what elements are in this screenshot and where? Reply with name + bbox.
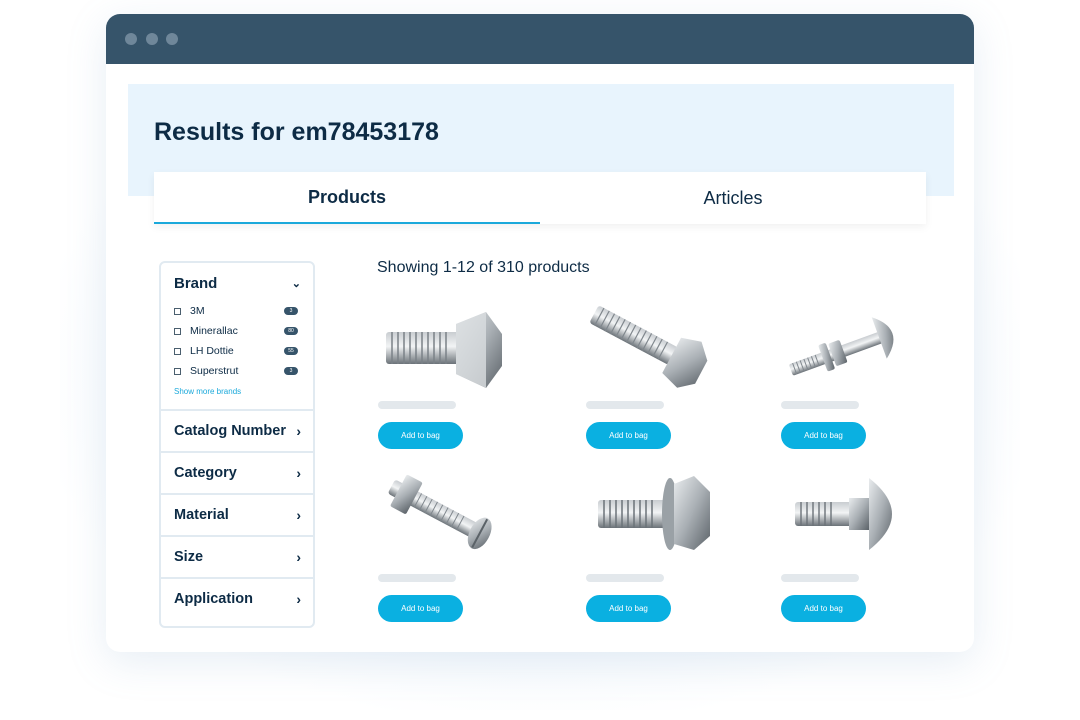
filter-sidebar: Brand ⌄ 3M 3 Minerallac 80 LH Dottie 55 Sup… <box>159 261 315 628</box>
facet-label: Material <box>174 507 229 523</box>
results-prefix: Results for <box>154 118 285 146</box>
window-titlebar <box>106 14 974 64</box>
add-to-bag-button[interactable]: Add to bag <box>781 422 866 449</box>
checkbox[interactable] <box>174 347 181 355</box>
brand-option-label: 3M <box>190 305 205 317</box>
checkbox[interactable] <box>174 367 181 375</box>
add-to-bag-button[interactable]: Add to bag <box>781 595 866 622</box>
checkbox[interactable] <box>174 327 181 335</box>
brand-option-label: LH Dottie <box>190 345 234 357</box>
brand-option-3m[interactable]: 3M 3 <box>174 301 313 321</box>
page-title: Results for em78453178 <box>154 118 439 147</box>
show-more-brands-link[interactable]: Show more brands <box>161 381 313 409</box>
browser-window: Results for em78453178 Products Articles… <box>106 14 974 652</box>
facet-application[interactable]: Application › <box>161 577 313 619</box>
tab-articles[interactable]: Articles <box>540 172 926 224</box>
count-badge: 3 <box>284 367 298 375</box>
brand-option-label: Superstrut <box>190 365 239 377</box>
minimize-dot[interactable] <box>146 33 158 45</box>
checkbox[interactable] <box>174 307 181 315</box>
add-to-bag-button[interactable]: Add to bag <box>378 422 463 449</box>
chevron-right-icon: › <box>296 465 301 481</box>
brand-filter-header[interactable]: Brand ⌄ <box>161 263 313 292</box>
tab-products[interactable]: Products <box>154 172 540 224</box>
maximize-dot[interactable] <box>166 33 178 45</box>
product-title-placeholder <box>586 574 664 582</box>
product-image-hex-bolt-short[interactable] <box>378 304 508 394</box>
facet-material[interactable]: Material › <box>161 493 313 535</box>
close-dot[interactable] <box>125 33 137 45</box>
chevron-right-icon: › <box>296 423 301 439</box>
facet-category[interactable]: Category › <box>161 451 313 493</box>
brand-option-superstrut[interactable]: Superstrut 3 <box>174 361 313 381</box>
product-image-carriage-bolt-with-nut[interactable] <box>781 304 911 394</box>
results-count: Showing 1-12 of 310 products <box>377 259 590 276</box>
add-to-bag-button[interactable]: Add to bag <box>586 595 671 622</box>
count-badge: 80 <box>284 327 298 335</box>
chevron-right-icon: › <box>296 549 301 565</box>
brand-filter-title: Brand <box>174 275 218 292</box>
brand-option-lh-dottie[interactable]: LH Dottie 55 <box>174 341 313 361</box>
chevron-down-icon[interactable]: ⌄ <box>292 277 301 290</box>
facet-size[interactable]: Size › <box>161 535 313 577</box>
product-image-hex-bolt-long[interactable] <box>586 304 716 394</box>
facet-catalog-number[interactable]: Catalog Number › <box>161 409 313 451</box>
product-title-placeholder <box>378 401 456 409</box>
brand-option-minerallac[interactable]: Minerallac 80 <box>174 321 313 341</box>
product-title-placeholder <box>378 574 456 582</box>
results-tabs: Products Articles <box>154 172 926 224</box>
product-title-placeholder <box>781 574 859 582</box>
product-image-flange-hex-bolt[interactable] <box>586 470 716 560</box>
product-title-placeholder <box>781 401 859 409</box>
count-badge: 3 <box>284 307 298 315</box>
search-query: em78453178 <box>291 118 439 146</box>
product-image-carriage-bolt[interactable] <box>781 470 911 560</box>
facet-label: Size <box>174 549 204 565</box>
brand-list: 3M 3 Minerallac 80 LH Dottie 55 Superstrut 3 <box>161 292 313 381</box>
product-title-placeholder <box>586 401 664 409</box>
add-to-bag-button[interactable]: Add to bag <box>586 422 671 449</box>
facet-label: Catalog Number <box>174 423 286 439</box>
add-to-bag-button[interactable]: Add to bag <box>378 595 463 622</box>
chevron-right-icon: › <box>296 507 301 523</box>
product-image-slotted-bolt-with-square-nut[interactable] <box>378 470 508 560</box>
count-badge: 55 <box>284 347 298 355</box>
chevron-right-icon: › <box>296 591 301 607</box>
brand-option-label: Minerallac <box>190 325 238 337</box>
facet-label: Application <box>174 591 253 607</box>
facet-label: Category <box>174 465 237 481</box>
